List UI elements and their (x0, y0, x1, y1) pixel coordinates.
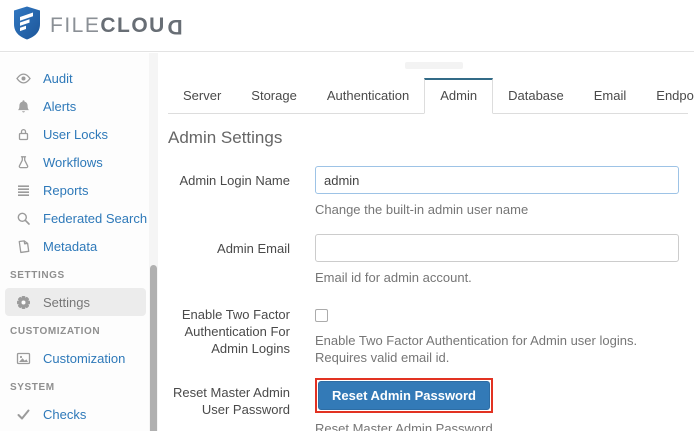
brand-file-text: FILE (50, 13, 101, 37)
reset-password-row: Reset Master Admin User Password Reset A… (168, 378, 694, 431)
tab-server[interactable]: Server (168, 79, 236, 113)
sidebar-item-label: Settings (43, 294, 90, 310)
brand-reversed-d: D (165, 14, 183, 38)
sidebar-item-label: Checks (43, 406, 87, 422)
admin-email-input[interactable] (315, 234, 679, 262)
sidebar-item-federated-search[interactable]: Federated Search (0, 204, 149, 232)
brand: FILECLOUD (12, 6, 183, 45)
admin-email-help: Email id for admin account. (315, 270, 472, 285)
main-content: Server Storage Authentication Admin Data… (158, 53, 694, 431)
red-highlight-outline: Reset Admin Password (315, 378, 494, 413)
sidebar-nav: Audit Alerts User Locks Workflows Report… (0, 53, 149, 431)
admin-login-name-label: Admin Login Name (179, 173, 290, 188)
lock-icon (15, 126, 31, 142)
sidebar-item-customization[interactable]: Customization (0, 344, 149, 372)
two-factor-help: Enable Two Factor Authentication for Adm… (315, 333, 638, 365)
admin-settings-form: Admin Login Name Change the built-in adm… (168, 166, 694, 431)
sidebar-item-reports[interactable]: Reports (0, 176, 149, 204)
tab-endpoint-backup[interactable]: Endpoint Backup (641, 79, 694, 113)
search-icon (15, 210, 31, 226)
app-window: FILECLOUD Audit Alerts User Locks Workfl… (0, 0, 694, 431)
gear-icon (15, 294, 31, 310)
two-factor-row: Enable Two Factor Authentication For Adm… (168, 304, 694, 366)
admin-email-row: Admin Email Email id for admin account. (168, 234, 694, 286)
eye-icon (15, 70, 31, 86)
top-header: FILECLOUD (0, 0, 694, 52)
brand-cloud-text: CLOU (100, 13, 166, 37)
filecloud-shield-logo-icon (12, 6, 42, 45)
tab-storage[interactable]: Storage (236, 79, 312, 113)
admin-login-name-input[interactable] (315, 166, 679, 194)
sidebar-item-label: Audit (43, 70, 73, 86)
sidebar-item-label: Federated Search (43, 210, 148, 226)
tab-email[interactable]: Email (579, 79, 642, 113)
reset-admin-password-button[interactable]: Reset Admin Password (318, 381, 491, 410)
admin-login-name-help: Change the built-in admin user name (315, 202, 529, 217)
sidebar-section-settings: SETTINGS (10, 270, 65, 281)
brand-wordmark: FILECLOUD (50, 14, 183, 38)
sidebar-item-workflows[interactable]: Workflows (0, 148, 149, 176)
tab-database[interactable]: Database (493, 79, 579, 113)
sidebar-item-audit[interactable]: Audit (0, 64, 149, 92)
admin-email-label: Admin Email (217, 241, 290, 256)
two-factor-checkbox[interactable] (315, 309, 328, 322)
two-factor-label: Enable Two Factor Authentication For Adm… (181, 307, 290, 356)
image-icon (15, 350, 31, 366)
sidebar-section-customization: CUSTOMIZATION (10, 326, 101, 337)
sidebar-item-alerts[interactable]: Alerts (0, 92, 149, 120)
bell-icon (15, 98, 31, 114)
sidebar-item-label: User Locks (43, 126, 109, 142)
checkmark-icon (15, 406, 31, 422)
sidebar-item-label: Alerts (43, 98, 77, 114)
document-copy-icon (15, 238, 31, 254)
list-icon (15, 182, 31, 198)
sidebar-item-label: Workflows (43, 154, 103, 170)
sidebar-scrollbar-thumb[interactable] (150, 265, 157, 431)
tab-admin[interactable]: Admin (424, 78, 494, 114)
settings-tabs: Server Storage Authentication Admin Data… (168, 78, 694, 114)
page-title: Admin Settings (168, 128, 283, 147)
reset-password-help: Reset Master Admin Password (315, 421, 493, 431)
admin-login-name-row: Admin Login Name Change the built-in adm… (168, 166, 694, 218)
sidebar-item-metadata[interactable]: Metadata (0, 232, 149, 260)
sidebar-item-checks[interactable]: Checks (0, 400, 149, 428)
reset-password-label: Reset Master Admin User Password (172, 385, 290, 417)
sidebar-item-label: Customization (43, 350, 126, 366)
sidebar-item-user-locks[interactable]: User Locks (0, 120, 149, 148)
sidebar-item-label: Reports (43, 182, 89, 198)
sidebar-scrollbar-track[interactable] (149, 53, 158, 431)
tab-authentication[interactable]: Authentication (312, 79, 424, 113)
faint-scrolled-text-artifact (405, 62, 463, 69)
flask-icon (15, 154, 31, 170)
sidebar-item-settings[interactable]: Settings (5, 288, 146, 316)
sidebar-section-system: SYSTEM (10, 382, 55, 393)
sidebar-item-label: Metadata (43, 238, 98, 254)
